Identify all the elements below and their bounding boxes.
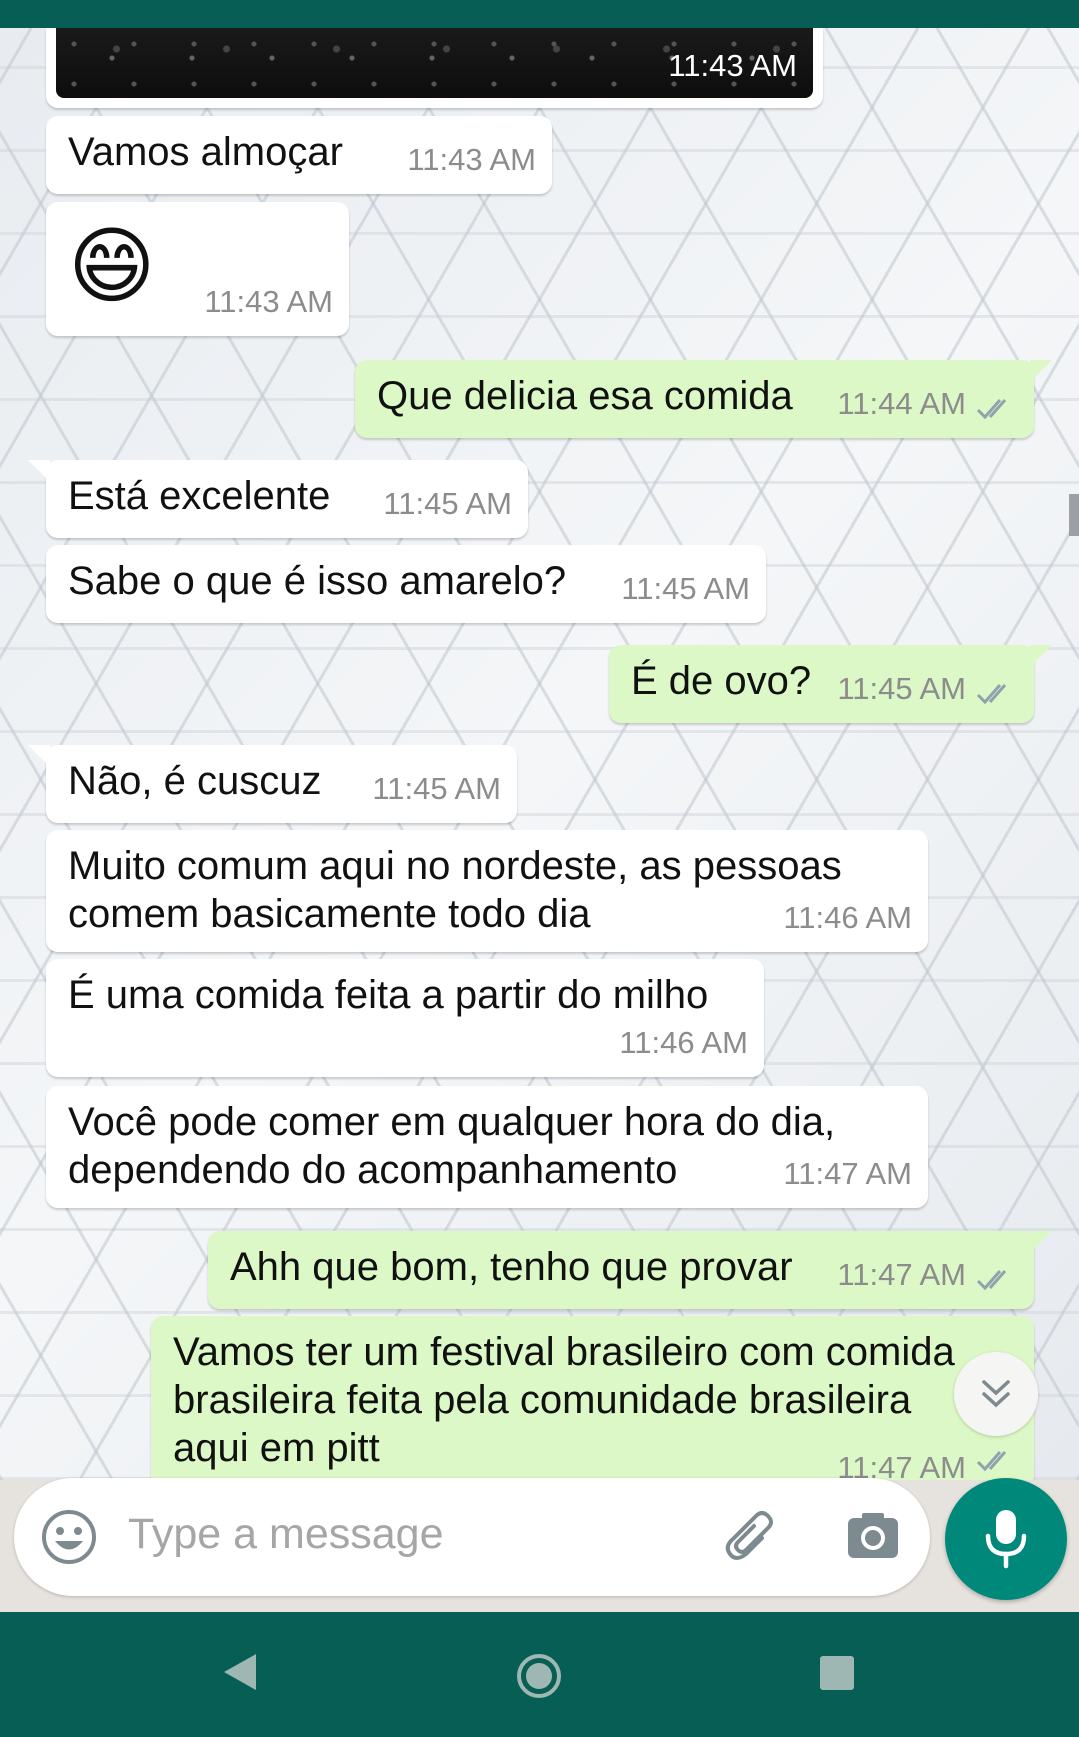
back-icon[interactable] [222,1652,258,1692]
double-check-icon [976,399,1007,420]
message-bubble[interactable]: Que delicia esa comida 11:44 AM [355,360,1052,438]
message-bubble[interactable]: Sabe o que é isso amarelo? 11:45 AM [46,545,766,623]
message-bubble[interactable]: Ahh que bom, tenho que provar 11:47 AM [208,1231,1052,1309]
message-input[interactable]: Type a message [128,1510,444,1559]
message-bubble[interactable]: 😄 11:43 AM [46,202,349,336]
message-time: 11:45 AM [837,671,966,706]
message-text: Que delicia esa comida [377,374,793,418]
message-text: Está excelente [68,474,331,518]
double-check-icon [976,684,1007,705]
message-text: Ahh que bom, tenho que provar [230,1245,793,1289]
message-text: Não, é cuscuz [68,759,322,803]
message-time: 11:45 AM [621,571,750,606]
chat-area[interactable]: 11:43 AM Vamos almoçar 11:43 AM 😄 11:43 … [0,28,1079,1480]
message-bubble[interactable]: Está excelente 11:45 AM [28,460,528,538]
status-bar [0,0,1079,28]
message-time: 11:43 AM [407,142,536,177]
message-time: 11:46 AM [783,900,912,935]
message-text: Sabe o que é isso amarelo? [68,559,567,603]
message-bubble[interactable]: É uma comida feita a partir do milho 11:… [46,959,764,1077]
system-navigation-bar [0,1612,1079,1737]
message-time: 11:45 AM [372,771,501,806]
home-icon[interactable] [515,1652,563,1700]
scroll-to-bottom-button[interactable] [954,1352,1038,1436]
message-text: Vamos almoçar [68,130,343,174]
message-bubble[interactable]: Não, é cuscuz 11:45 AM [28,745,517,823]
message-bubble[interactable]: Vamos almoçar 11:43 AM [46,116,552,194]
message-time: 11:43 AM [204,284,333,319]
message-text: Você pode comer em qualquer hora do dia,… [68,1100,836,1192]
emoji-icon[interactable] [40,1508,98,1566]
message-bubble[interactable]: Você pode comer em qualquer hora do dia,… [46,1086,928,1208]
scroll-down-icon [982,1380,1010,1408]
photo-thumbnail[interactable]: 11:43 AM [56,28,813,98]
message-composer[interactable]: Type a message [14,1478,930,1596]
recents-icon[interactable] [820,1656,854,1690]
camera-icon[interactable] [844,1508,902,1566]
attach-icon[interactable] [722,1508,780,1566]
emoji-message: 😄 [68,219,156,313]
scrollbar[interactable] [1069,494,1079,536]
mic-icon [985,1510,1027,1569]
message-time: 11:44 AM [837,386,966,421]
message-time: 11:46 AM [619,1025,748,1060]
image-message[interactable]: 11:43 AM [46,28,823,108]
voice-record-button[interactable] [945,1478,1067,1600]
message-bubble[interactable]: É de ovo? 11:45 AM [609,645,1052,723]
message-bubble[interactable]: Muito comum aqui no nordeste, as pessoas… [46,830,928,952]
double-check-icon [976,1270,1007,1291]
message-text: Muito comum aqui no nordeste, as pessoas… [68,844,842,936]
message-text: É uma comida feita a partir do milho [68,973,709,1017]
message-time: 11:45 AM [383,486,512,521]
message-time: 11:43 AM [668,48,797,83]
message-bubble[interactable]: Vamos ter um festival brasileiro com com… [151,1316,1034,1480]
message-time: 11:47 AM [837,1450,966,1480]
message-time: 11:47 AM [837,1257,966,1292]
double-check-icon [976,1451,1007,1472]
message-text: É de ovo? [631,659,812,703]
message-time: 11:47 AM [783,1156,912,1191]
